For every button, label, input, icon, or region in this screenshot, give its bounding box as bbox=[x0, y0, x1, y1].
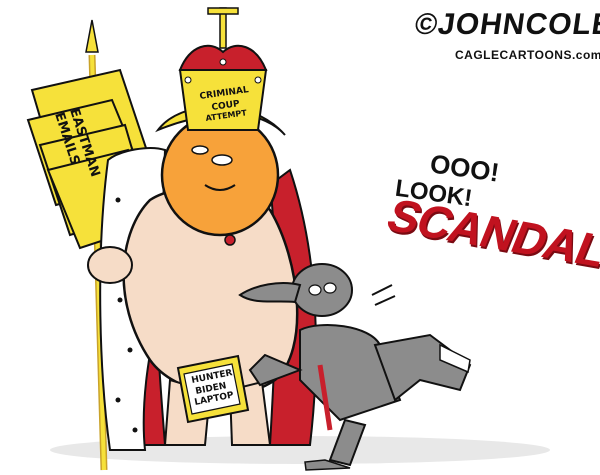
hunter-biden-laptop: HUNTER BIDEN LAPTOP bbox=[176, 354, 250, 424]
signature-site: CAGLECARTOONS.com bbox=[455, 48, 600, 62]
crown: CRIMINAL COUP ATTEMPT bbox=[178, 7, 268, 131]
motion-lines bbox=[371, 284, 396, 306]
signature-name: ©JOHNCOLE bbox=[412, 8, 600, 41]
artist-signature: ©JOHNCOLE CAGLECARTOONS.com bbox=[413, 8, 600, 78]
